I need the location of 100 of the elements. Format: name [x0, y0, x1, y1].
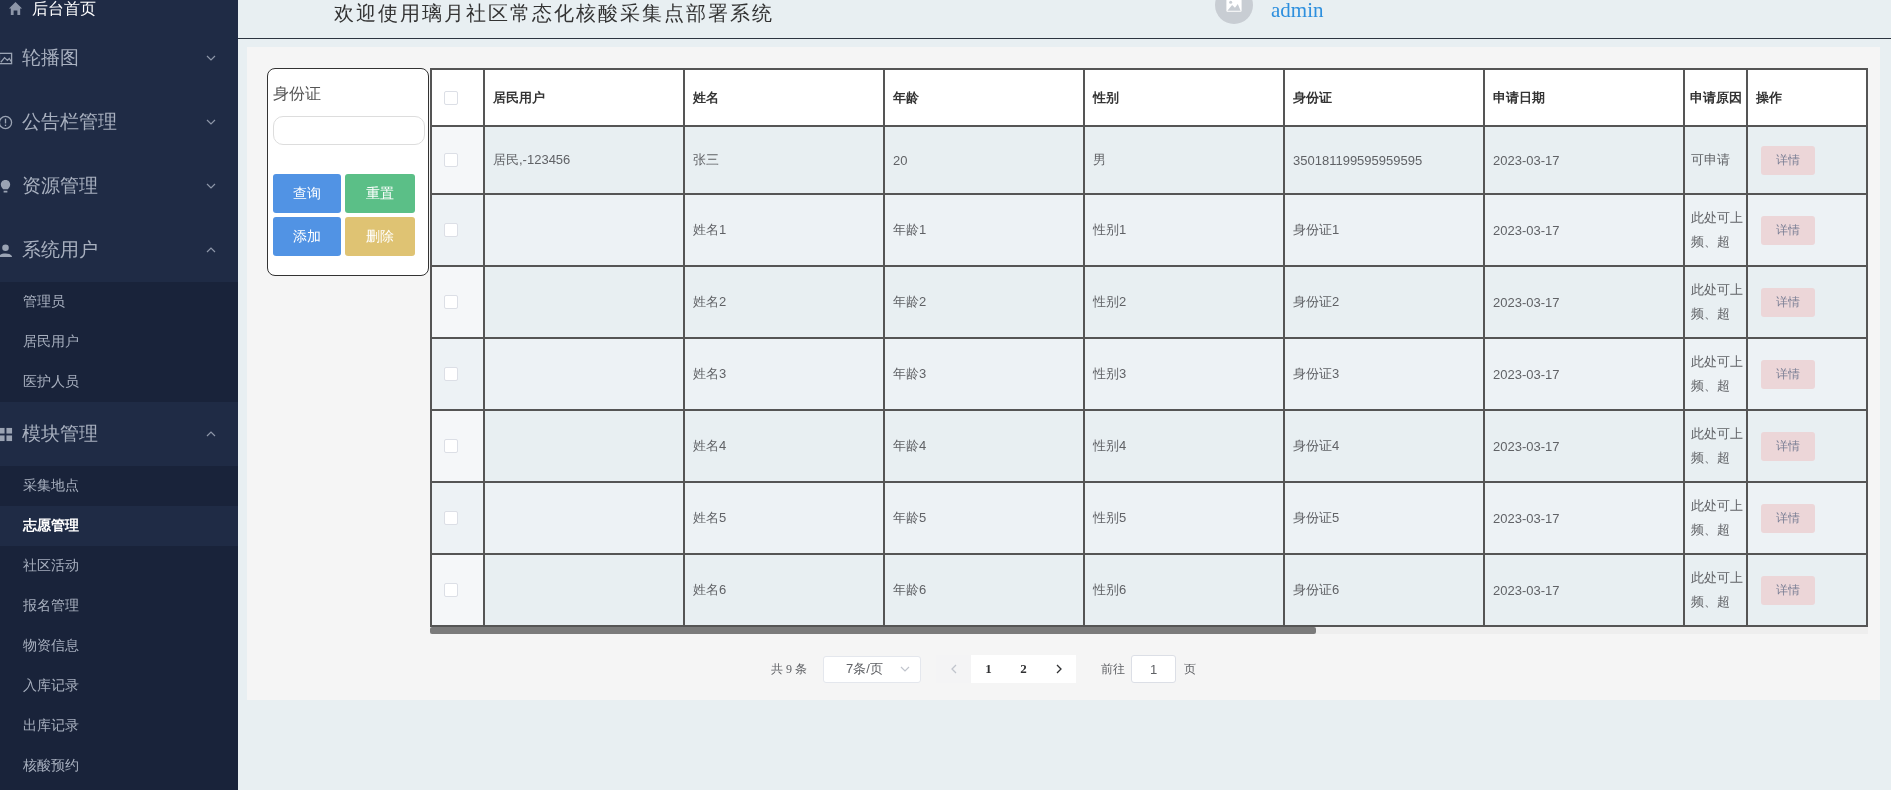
column-header: 操作 [1748, 68, 1868, 127]
menu-item[interactable]: 医护人员 [0, 362, 238, 402]
menu-item[interactable]: 采集地点 [0, 466, 238, 506]
table-cell: 男 [1093, 151, 1106, 169]
table-cell: 姓名1 [693, 221, 727, 239]
chevron-icon [206, 431, 216, 437]
table-cell: 年龄6 [893, 581, 927, 599]
menu-item[interactable]: 核酸预约 [0, 746, 238, 786]
table-cell: 此处可上 [1691, 281, 1743, 299]
menu-item[interactable]: 社区活动 [0, 546, 238, 586]
total-count: 共 9 条 [771, 660, 807, 678]
menu-item[interactable]: 志愿管理 [0, 506, 238, 546]
info-icon [0, 114, 13, 130]
table-cell: 姓名6 [693, 581, 727, 599]
column-header: 身份证 [1285, 68, 1485, 127]
table-cell: 居民,-123456 [493, 151, 571, 169]
grid-icon [0, 426, 13, 442]
checkbox[interactable] [444, 439, 458, 453]
table-cell: 2023-03-17 [1493, 294, 1560, 310]
table-cell: 此处可上 [1691, 497, 1743, 515]
table-cell: 频、超 [1691, 377, 1730, 395]
table-cell: 性别2 [1093, 293, 1127, 311]
table-cell: 频、超 [1691, 305, 1730, 323]
checkbox[interactable] [444, 295, 458, 309]
checkbox[interactable] [444, 90, 458, 105]
column-header: 居民用户 [485, 68, 685, 127]
table-cell: 2023-03-17 [1493, 510, 1560, 526]
menu-item[interactable]: 物资信息 [0, 626, 238, 666]
table-cell: 身份证6 [1293, 581, 1340, 599]
table-cell: 2023-03-17 [1493, 582, 1560, 598]
table-cell: 年龄4 [893, 437, 927, 455]
checkbox[interactable] [444, 367, 458, 381]
table-cell: 可申请 [1691, 151, 1730, 169]
menu-group[interactable]: 公告栏管理 [0, 90, 238, 154]
goto-label: 前往 [1101, 660, 1125, 678]
table-cell: 年龄3 [893, 365, 927, 383]
page-input[interactable]: 1 [1131, 655, 1176, 683]
table-cell: 20 [893, 152, 908, 168]
page-button[interactable]: 2 [1006, 655, 1041, 683]
checkbox[interactable] [444, 583, 458, 597]
chevron-icon [206, 247, 216, 253]
table-cell: 2023-03-17 [1493, 222, 1560, 238]
menu-item[interactable]: 报名管理 [0, 586, 238, 626]
table-cell: 2023-03-17 [1493, 366, 1560, 382]
menu-group[interactable]: 资源管理 [0, 154, 238, 218]
chevron-icon [206, 55, 216, 61]
input-field[interactable] [273, 116, 425, 145]
table-cell: 年龄1 [893, 221, 927, 239]
page-title: 欢迎使用璃月社区常态化核酸采集点部署系统 [334, 1, 774, 26]
column-header: 申请日期 [1485, 68, 1685, 127]
table-cell: 年龄5 [893, 509, 927, 527]
table-cell: 年龄2 [893, 293, 927, 311]
menu-item[interactable]: 出库记录 [0, 706, 238, 746]
field-label: 身份证 [273, 84, 322, 104]
table-cell: 身份证2 [1293, 293, 1340, 311]
table-cell: 姓名5 [693, 509, 727, 527]
column-header: 性别 [1085, 68, 1285, 127]
column-header: 申请原因 [1685, 68, 1748, 127]
column-header: 姓名 [685, 68, 885, 127]
table-cell: 2023-03-17 [1493, 152, 1560, 168]
table-cell: 性别6 [1093, 581, 1127, 599]
menu-group[interactable]: 轮播图 [0, 26, 238, 90]
table-cell: 身份证1 [1293, 221, 1340, 239]
checkbox[interactable] [444, 223, 458, 237]
image-icon [0, 50, 13, 66]
table-cell: 此处可上 [1691, 425, 1743, 443]
user-icon [0, 242, 13, 258]
table-cell: 频、超 [1691, 233, 1730, 251]
checkbox[interactable] [444, 153, 458, 167]
chevron-icon [206, 183, 216, 189]
table-cell: 频、超 [1691, 593, 1730, 611]
menu-item[interactable]: 居民用户 [0, 322, 238, 362]
menu-group[interactable]: 模块管理 [0, 402, 238, 466]
table-cell: 350181199595959595 [1293, 152, 1423, 168]
page-size-select[interactable]: 7条/页 [823, 655, 921, 683]
checkbox[interactable] [444, 511, 458, 525]
scrollbar[interactable] [430, 627, 1868, 634]
table-cell: 此处可上 [1691, 353, 1743, 371]
menu-group[interactable]: 系统用户 [0, 218, 238, 282]
menu-item[interactable]: 管理员 [0, 282, 238, 322]
next-page-button[interactable] [1041, 655, 1076, 683]
table-cell: 姓名4 [693, 437, 727, 455]
chevron-icon [900, 666, 910, 672]
table-cell: 频、超 [1691, 449, 1730, 467]
home-icon [8, 1, 23, 16]
sidebar-item[interactable]: 后台首页 [0, 0, 238, 26]
table-cell: 姓名2 [693, 293, 727, 311]
chevron-right-icon [1055, 664, 1062, 674]
lightbulb-icon [0, 178, 13, 194]
table-cell: 姓名3 [693, 365, 727, 383]
table-cell: 此处可上 [1691, 209, 1743, 227]
chevron-left-icon [950, 664, 957, 674]
table-cell: 2023-03-17 [1493, 438, 1560, 454]
table-cell: 性别5 [1093, 509, 1127, 527]
table-cell: 张三 [693, 151, 719, 169]
page-suffix: 页 [1184, 660, 1196, 678]
table-cell: 频、超 [1691, 521, 1730, 539]
table-cell: 身份证4 [1293, 437, 1340, 455]
menu-item[interactable]: 入库记录 [0, 666, 238, 706]
page-button[interactable]: 1 [971, 655, 1006, 683]
